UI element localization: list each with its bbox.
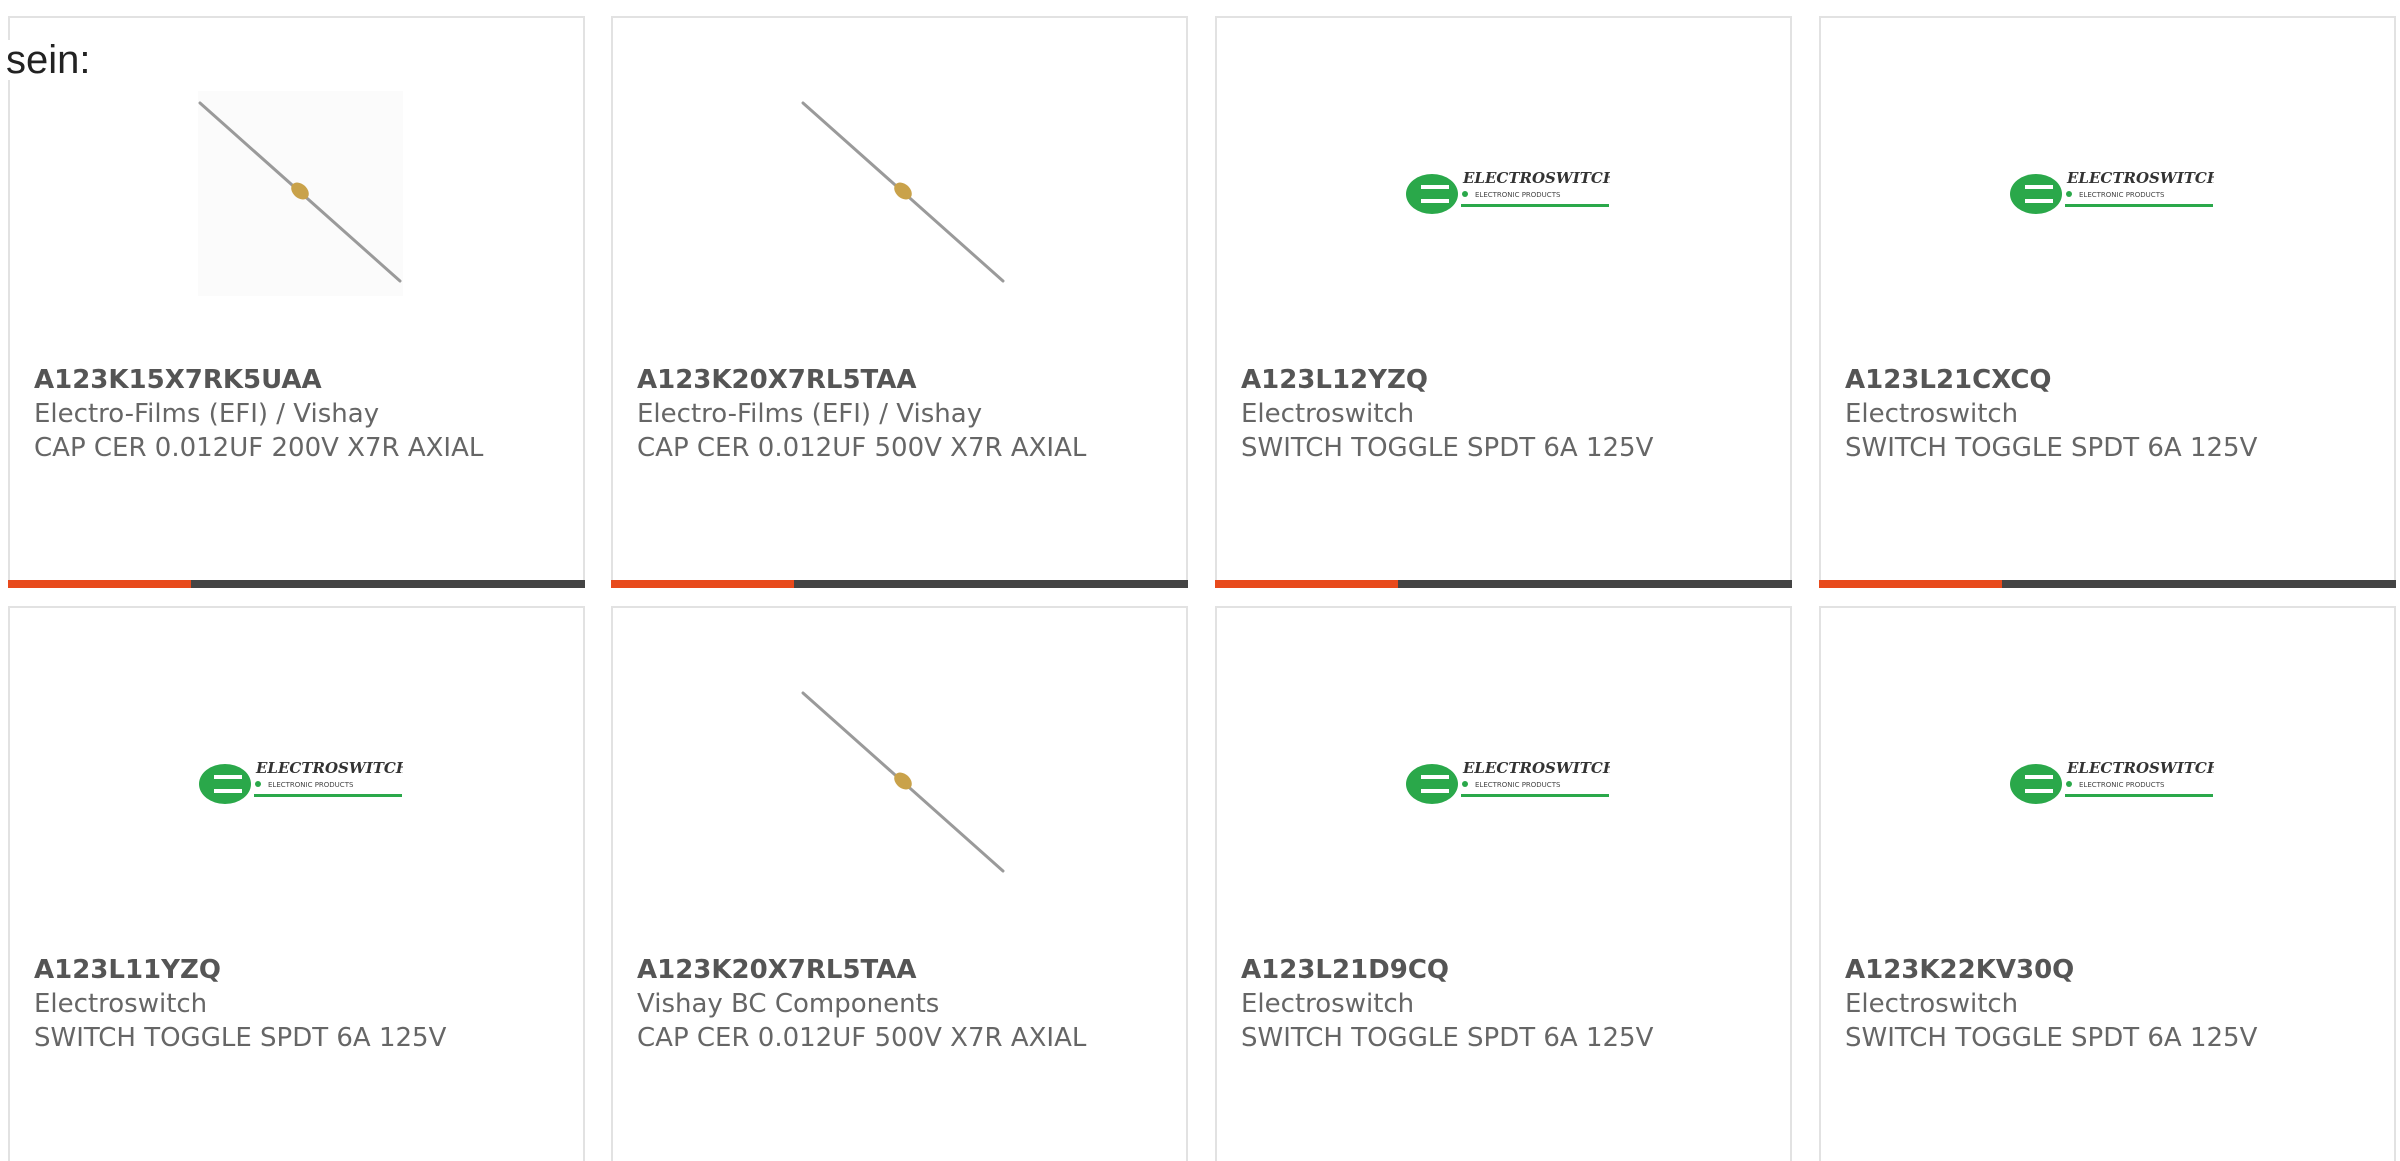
card-bottom-bar-accent — [1819, 580, 2002, 588]
description: SWITCH TOGGLE SPDT 6A 125V — [1241, 1023, 1654, 1053]
electroswitch-logo: ELECTROSWITCH ELECTRONIC PRODUCTS — [1406, 169, 1610, 214]
capacitor-image — [801, 91, 1006, 296]
product-image — [801, 91, 1006, 296]
svg-text:ELECTROSWITCH: ELECTROSWITCH — [255, 759, 403, 777]
product-card[interactable]: ELECTROSWITCH ELECTRONIC PRODUCTS A123L21… — [1215, 606, 1792, 1161]
manufacturer: Electroswitch — [34, 989, 208, 1019]
product-card[interactable]: ELECTROSWITCH ELECTRONIC PRODUCTS A123K22… — [1819, 606, 2396, 1161]
description: CAP CER 0.012UF 500V X7R AXIAL — [637, 433, 1087, 463]
svg-text:ELECTROSWITCH: ELECTROSWITCH — [1462, 759, 1610, 777]
product-image: ELECTROSWITCH ELECTRONIC PRODUCTS — [1405, 681, 1610, 886]
svg-text:ELECTRONIC PRODUCTS: ELECTRONIC PRODUCTS — [2079, 781, 2165, 789]
capacitor-image — [198, 91, 403, 296]
product-image — [801, 681, 1006, 886]
product-image: ELECTROSWITCH ELECTRONIC PRODUCTS — [198, 681, 403, 886]
part-number: A123K20X7RL5TAA — [637, 365, 917, 395]
card-bottom-bar — [1819, 580, 2396, 588]
capacitor-image — [801, 681, 1006, 886]
description: SWITCH TOGGLE SPDT 6A 125V — [34, 1023, 447, 1053]
card-bottom-bar-accent — [611, 580, 794, 588]
electroswitch-logo: ELECTROSWITCH ELECTRONIC PRODUCTS — [2010, 759, 2214, 804]
part-number: A123L21D9CQ — [1241, 955, 1449, 985]
card-bottom-bar — [611, 580, 1188, 588]
part-number: A123L21CXCQ — [1845, 365, 2052, 395]
svg-text:ELECTROSWITCH: ELECTROSWITCH — [2066, 759, 2214, 777]
product-card[interactable]: A123K20X7RL5TAA Electro-Films (EFI) / Vi… — [611, 16, 1188, 588]
card-bottom-bar-accent — [1215, 580, 1398, 588]
manufacturer: Vishay BC Components — [637, 989, 940, 1019]
description: SWITCH TOGGLE SPDT 6A 125V — [1845, 1023, 2258, 1053]
manufacturer: Electroswitch — [1845, 399, 2019, 429]
manufacturer: Electro-Films (EFI) / Vishay — [637, 399, 983, 429]
description: SWITCH TOGGLE SPDT 6A 125V — [1845, 433, 2258, 463]
part-number: A123L12YZQ — [1241, 365, 1428, 395]
svg-text:ELECTRONIC PRODUCTS: ELECTRONIC PRODUCTS — [268, 781, 354, 789]
svg-text:ELECTROSWITCH: ELECTROSWITCH — [1462, 169, 1610, 187]
part-number: A123K20X7RL5TAA — [637, 955, 917, 985]
manufacturer: Electroswitch — [1241, 399, 1415, 429]
product-card[interactable]: ELECTROSWITCH ELECTRONIC PRODUCTS A123L12… — [1215, 16, 1792, 588]
product-image: ELECTROSWITCH ELECTRONIC PRODUCTS — [1405, 91, 1610, 296]
svg-text:ELECTROSWITCH: ELECTROSWITCH — [2066, 169, 2214, 187]
product-card[interactable]: ELECTROSWITCH ELECTRONIC PRODUCTS A123L11… — [8, 606, 585, 1161]
svg-text:ELECTRONIC PRODUCTS: ELECTRONIC PRODUCTS — [1475, 781, 1561, 789]
description: CAP CER 0.012UF 200V X7R AXIAL — [34, 433, 484, 463]
card-bottom-bar-accent — [8, 580, 191, 588]
part-number: A123K22KV30Q — [1845, 955, 2075, 985]
electroswitch-logo: ELECTROSWITCH ELECTRONIC PRODUCTS — [199, 759, 403, 804]
intro-text: sein: — [6, 38, 91, 82]
product-grid-page: sein: A123K15X7RK5UAA Electro-Films (EFI… — [0, 0, 2400, 1161]
description: CAP CER 0.012UF 500V X7R AXIAL — [637, 1023, 1087, 1053]
product-image: ELECTROSWITCH ELECTRONIC PRODUCTS — [2009, 681, 2214, 886]
electroswitch-logo: ELECTROSWITCH ELECTRONIC PRODUCTS — [2010, 169, 2214, 214]
product-image: ELECTROSWITCH ELECTRONIC PRODUCTS — [2009, 91, 2214, 296]
manufacturer: Electroswitch — [1845, 989, 2019, 1019]
svg-text:ELECTRONIC PRODUCTS: ELECTRONIC PRODUCTS — [2079, 191, 2165, 199]
manufacturer: Electro-Films (EFI) / Vishay — [34, 399, 380, 429]
product-card[interactable]: A123K20X7RL5TAA Vishay BC Components CAP… — [611, 606, 1188, 1161]
card-bottom-bar — [8, 580, 585, 588]
part-number: A123K15X7RK5UAA — [34, 365, 322, 395]
product-card[interactable]: ELECTROSWITCH ELECTRONIC PRODUCTS A123L21… — [1819, 16, 2396, 588]
electroswitch-logo: ELECTROSWITCH ELECTRONIC PRODUCTS — [1406, 759, 1610, 804]
product-card[interactable]: A123K15X7RK5UAA Electro-Films (EFI) / Vi… — [8, 16, 585, 588]
manufacturer: Electroswitch — [1241, 989, 1415, 1019]
card-bottom-bar — [1215, 580, 1792, 588]
product-image — [198, 91, 403, 296]
svg-text:ELECTRONIC PRODUCTS: ELECTRONIC PRODUCTS — [1475, 191, 1561, 199]
description: SWITCH TOGGLE SPDT 6A 125V — [1241, 433, 1654, 463]
part-number: A123L11YZQ — [34, 955, 221, 985]
